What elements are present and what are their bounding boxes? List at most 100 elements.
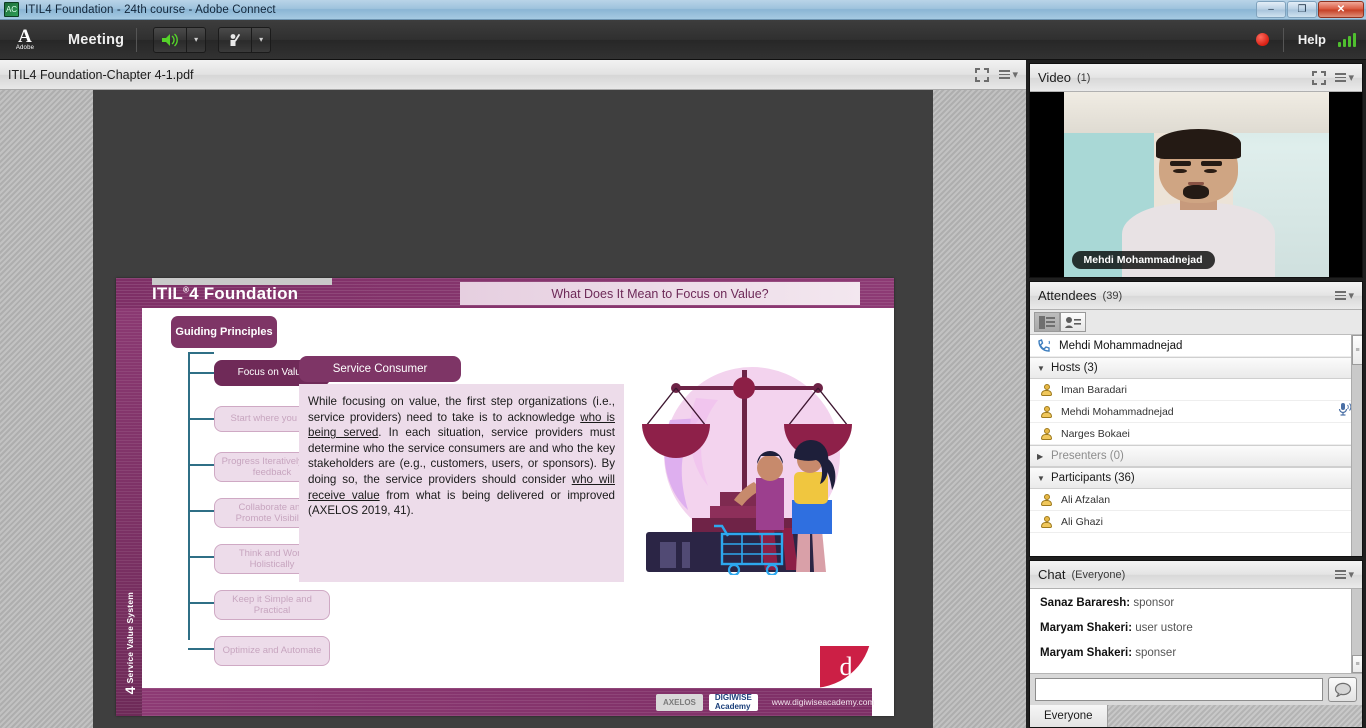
academy-logo: DIGIWISE Academy xyxy=(708,693,758,711)
connection-strength-icon[interactable] xyxy=(1338,32,1356,47)
chat-message: Maryam Shakeri: sponser xyxy=(1040,647,1352,659)
attendee-self-name: Mehdi Mohammadnejad xyxy=(1059,339,1183,352)
attendee-group-hosts[interactable]: ▼ Hosts (3) xyxy=(1030,357,1362,379)
chat-sender: Maryam Shakeri: xyxy=(1040,622,1133,634)
share-pod-title: ITIL4 Foundation-Chapter 4-1.pdf xyxy=(8,67,194,82)
slide-brand: ITIL®4 Foundation xyxy=(152,284,299,303)
attendee-self-row[interactable]: Mehdi Mohammadnejad xyxy=(1030,335,1362,357)
window-controls: – ❐ ✕ xyxy=(1256,1,1364,18)
speaker-icon[interactable] xyxy=(153,26,188,53)
microphone-active-icon[interactable] xyxy=(1337,402,1352,421)
attendee-group-presenters[interactable]: ▶ Presenters (0) xyxy=(1030,445,1362,467)
share-pod: ITIL4 Foundation-Chapter 4-1.pdf ▾ ITIL®… xyxy=(0,60,1026,728)
attendees-pod-count: (39) xyxy=(1102,289,1123,302)
webcam-feed: Mehdi Mohammadnejad xyxy=(1063,92,1329,277)
chat-bubble-icon[interactable] xyxy=(1328,677,1357,702)
pod-menu-icon[interactable]: ▾ xyxy=(1335,289,1354,302)
chat-sender: Sanaz Bararesh: xyxy=(1040,597,1131,609)
chat-scrollbar[interactable]: ≡ xyxy=(1351,589,1362,673)
video-stream-area[interactable]: Mehdi Mohammadnejad xyxy=(1030,92,1362,277)
list-view-icon[interactable] xyxy=(1034,312,1060,332)
presentation-slide[interactable]: ITIL®4 Foundation What Does It Mean to F… xyxy=(116,278,894,716)
chat-input[interactable] xyxy=(1035,678,1323,701)
card-view-icon[interactable] xyxy=(1060,312,1086,332)
attendee-name: Narges Bokaei xyxy=(1061,427,1130,440)
restore-button[interactable]: ❐ xyxy=(1287,1,1317,18)
tab-everyone[interactable]: Everyone xyxy=(1030,705,1108,727)
close-button[interactable]: ✕ xyxy=(1318,1,1364,18)
share-pod-header: ITIL4 Foundation-Chapter 4-1.pdf ▾ xyxy=(0,60,1026,90)
chat-pod: Chat (Everyone) ▾ Sanaz Bararesh: sponso… xyxy=(1029,560,1363,728)
attendee-row[interactable]: Mehdi Mohammadnejad xyxy=(1030,401,1362,423)
fullscreen-icon[interactable] xyxy=(1312,70,1327,85)
toolbar-divider xyxy=(136,27,138,52)
slide-footer: AXELOS DIGIWISE Academy www.digiwiseacad… xyxy=(142,688,875,716)
audio-control-group: ▾ xyxy=(153,26,207,53)
attendee-group-label: Hosts (3) xyxy=(1051,362,1098,374)
attendee-row[interactable]: Ali Ghazi xyxy=(1030,511,1362,533)
app-toolbar: A Adobe Meeting ▾ ▾ Help xyxy=(0,20,1366,60)
principle-item-optimize-and-automate[interactable]: Optimize and Automate xyxy=(214,636,330,666)
guiding-principles-heading: Guiding Principles xyxy=(171,316,277,348)
attendee-row[interactable]: Narges Bokaei xyxy=(1030,423,1362,445)
scrollbar-thumb[interactable]: ≡ xyxy=(1352,655,1362,673)
tree-connector xyxy=(188,602,214,604)
attendees-scrollbar[interactable]: ≡ xyxy=(1351,335,1362,556)
chevron-right-icon[interactable]: ▶ xyxy=(1037,452,1045,461)
slide-body-text: While focusing on value, the first step … xyxy=(299,384,624,582)
chat-message: Sanaz Bararesh: sponsor xyxy=(1040,597,1352,609)
chevron-down-icon[interactable]: ▼ xyxy=(1037,364,1045,373)
attendee-row[interactable]: Iman Baradari xyxy=(1030,379,1362,401)
service-consumer-tab: Service Consumer xyxy=(299,356,461,382)
attendees-pod: Attendees (39) ▾ Mehdi Mohammadnejad ▼ H… xyxy=(1029,281,1363,557)
principle-item-keep-it-simple[interactable]: Keep it Simple and Practical xyxy=(214,590,330,620)
tree-connector xyxy=(188,352,214,354)
slide-content-area: Guiding Principles Focus on Value Start … xyxy=(142,308,872,688)
attendee-row[interactable]: Ali Afzalan xyxy=(1030,489,1362,511)
scrollbar-thumb[interactable]: ≡ xyxy=(1352,335,1362,365)
slide-footer-stripes xyxy=(142,688,872,716)
window-title: ITIL4 Foundation - 24th course - Adobe C… xyxy=(25,3,276,16)
attendee-group-participants[interactable]: ▼ Participants (36) xyxy=(1030,467,1362,489)
slide-vertical-label: 4 Service Value System xyxy=(122,591,138,694)
video-pod-tools: ▾ xyxy=(1312,70,1354,85)
attendees-list[interactable]: Mehdi Mohammadnejad ▼ Hosts (3) Iman Bar… xyxy=(1030,335,1362,556)
user-icon xyxy=(1040,493,1053,506)
speaker-dropdown-caret[interactable]: ▾ xyxy=(187,26,207,53)
tree-connector xyxy=(188,464,214,466)
adobe-logo-icon: A Adobe xyxy=(8,23,42,57)
attendee-name: Ali Afzalan xyxy=(1061,493,1111,506)
meeting-menu[interactable]: Meeting xyxy=(68,32,124,48)
attendees-pod-tools: ▾ xyxy=(1335,289,1354,302)
right-divider xyxy=(1282,27,1284,52)
help-menu[interactable]: Help xyxy=(1298,32,1326,47)
chat-pod-header: Chat (Everyone) ▾ xyxy=(1030,561,1362,589)
connect-app-icon: AC xyxy=(4,2,19,17)
status-dropdown-caret[interactable]: ▾ xyxy=(252,26,272,53)
video-pod: Video (1) ▾ Mehdi Mohammadnejad xyxy=(1029,63,1363,278)
axelos-logo: AXELOS xyxy=(656,693,703,711)
tree-connector xyxy=(188,556,214,558)
video-pod-count: (1) xyxy=(1077,71,1091,84)
chat-tabs: Everyone xyxy=(1030,705,1362,727)
footer-url: www.digiwiseacademy.com xyxy=(771,697,875,707)
pod-menu-icon[interactable]: ▾ xyxy=(999,68,1018,81)
video-pod-title: Video xyxy=(1038,70,1072,85)
tree-connector xyxy=(188,648,214,650)
scales-of-value-illustration xyxy=(630,360,870,577)
chat-pod-tools: ▾ xyxy=(1335,568,1354,581)
user-icon xyxy=(1040,405,1053,418)
chevron-down-icon[interactable]: ▼ xyxy=(1037,474,1045,483)
adobe-logo-word: Adobe xyxy=(15,45,35,51)
attendees-view-toggle xyxy=(1030,310,1362,335)
fullscreen-icon[interactable] xyxy=(975,67,990,82)
recording-dot-icon[interactable] xyxy=(1255,33,1269,46)
pod-menu-icon[interactable]: ▾ xyxy=(1335,568,1354,581)
chat-messages[interactable]: Sanaz Bararesh: sponsor Maryam Shakeri: … xyxy=(1030,589,1362,673)
minimize-button[interactable]: – xyxy=(1256,1,1286,18)
raise-hand-icon[interactable] xyxy=(218,26,253,53)
pod-menu-icon[interactable]: ▾ xyxy=(1335,71,1354,84)
slide-title-box: What Does It Mean to Focus on Value? xyxy=(460,282,860,305)
chat-sender: Maryam Shakeri: xyxy=(1040,647,1133,659)
chat-input-row xyxy=(1030,673,1362,705)
